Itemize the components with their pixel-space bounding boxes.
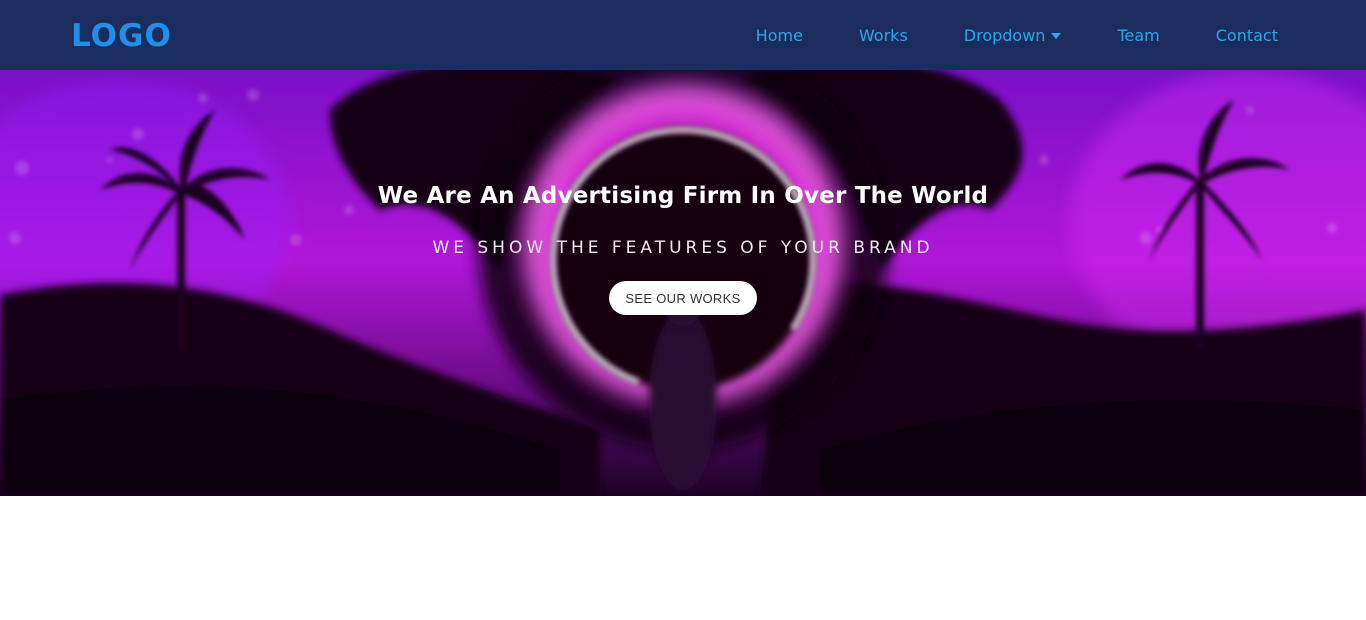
content-area [0, 496, 1366, 620]
nav-item-contact: Contact [1216, 26, 1278, 45]
nav-link-dropdown[interactable]: Dropdown [964, 26, 1062, 45]
top-navbar: LOGO Home Works Dropdown Team Contact [0, 0, 1366, 70]
nav-link-team[interactable]: Team [1117, 26, 1159, 45]
hero-subtitle: WE SHOW THE FEATURES OF YOUR BRAND [432, 238, 934, 258]
nav-item-team: Team [1117, 26, 1159, 45]
nav-item-works: Works [859, 26, 908, 45]
nav-item-dropdown: Dropdown [964, 26, 1062, 45]
nav-link-home[interactable]: Home [756, 26, 803, 45]
site-logo[interactable]: LOGO [71, 17, 172, 55]
see-our-works-button[interactable]: SEE OUR WORKS [609, 281, 757, 315]
hero-section: We Are An Advertising Firm In Over The W… [0, 70, 1366, 496]
caret-down-icon [1051, 33, 1062, 39]
nav-item-home: Home [756, 26, 803, 45]
nav-link-works[interactable]: Works [859, 26, 908, 45]
hero-title: We Are An Advertising Firm In Over The W… [377, 183, 989, 209]
nav-menu: Home Works Dropdown Team Contact [700, 0, 1278, 70]
nav-dropdown-label: Dropdown [963, 25, 1046, 45]
hero-content: We Are An Advertising Firm In Over The W… [0, 70, 1366, 496]
nav-link-contact[interactable]: Contact [1216, 26, 1278, 45]
